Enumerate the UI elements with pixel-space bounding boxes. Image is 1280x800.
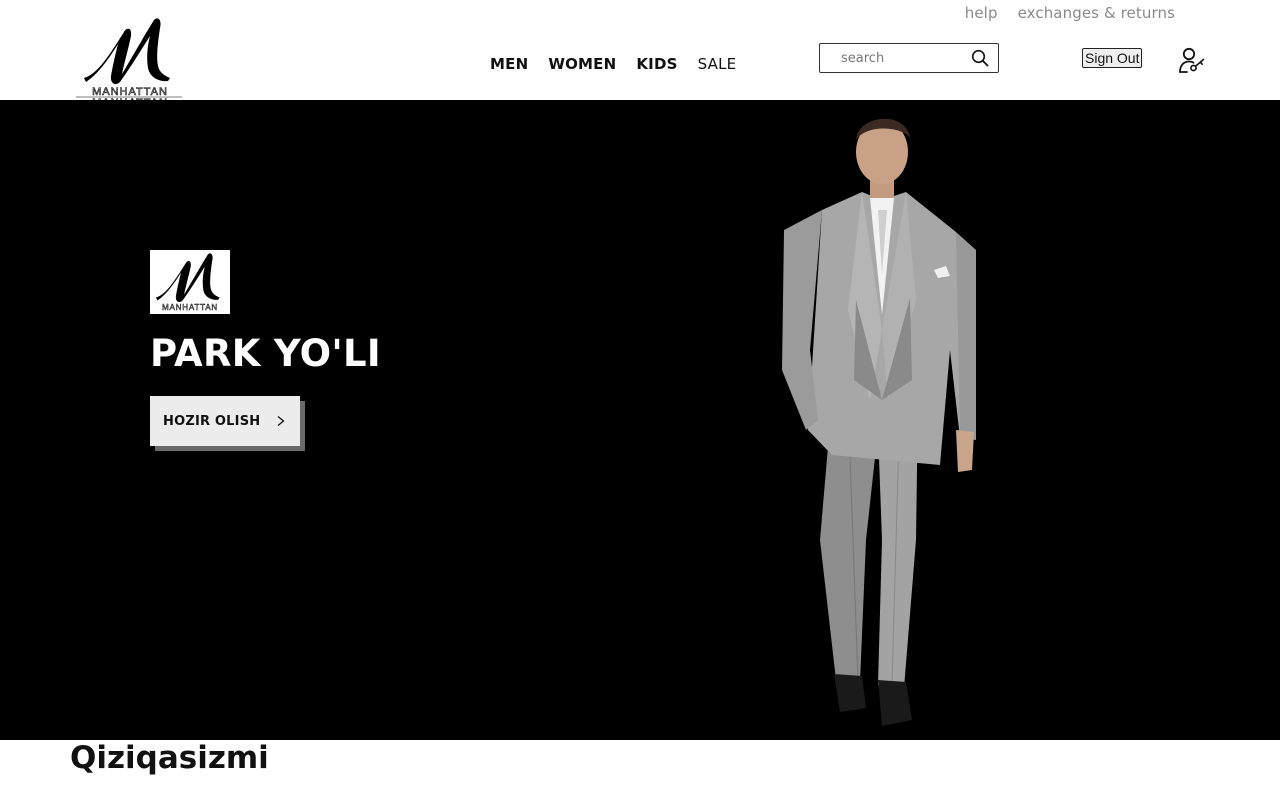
search-icon[interactable] [971, 49, 989, 67]
main-navigation: MEN WOMEN KIDS SALE [490, 55, 736, 73]
shop-now-button[interactable]: HOZIR OLISH [150, 396, 300, 446]
nav-men[interactable]: MEN [490, 55, 528, 73]
nav-sale[interactable]: SALE [698, 55, 737, 73]
hero-brand-logo: MANHATTAN [150, 250, 230, 314]
chevron-right-icon [277, 415, 285, 427]
help-link[interactable]: help [965, 4, 998, 22]
hero-title: PARK YO'LI [150, 332, 381, 375]
model-photo [782, 118, 976, 726]
search-box [819, 43, 999, 73]
svg-text:MANHATTAN: MANHATTAN [162, 303, 218, 312]
shop-now-label: HOZIR OLISH [163, 413, 261, 429]
exchanges-returns-link[interactable]: exchanges & returns [1018, 4, 1175, 22]
section-heading: Qiziqasizmi [70, 740, 269, 776]
user-key-icon[interactable] [1178, 46, 1206, 74]
brand-logo[interactable]: MANHATTAN MANHATTAN [76, 14, 184, 100]
sign-out-button[interactable]: Sign Out [1082, 48, 1143, 68]
search-input[interactable] [841, 45, 981, 71]
nav-women[interactable]: WOMEN [548, 55, 616, 73]
site-header: MANHATTAN MANHATTAN help exchanges & ret… [0, 0, 1280, 100]
hero-banner: MANHATTAN PARK YO'LI HOZIR OLISH [0, 100, 1280, 740]
nav-kids[interactable]: KIDS [636, 55, 677, 73]
utility-links: help exchanges & returns [965, 4, 1175, 22]
